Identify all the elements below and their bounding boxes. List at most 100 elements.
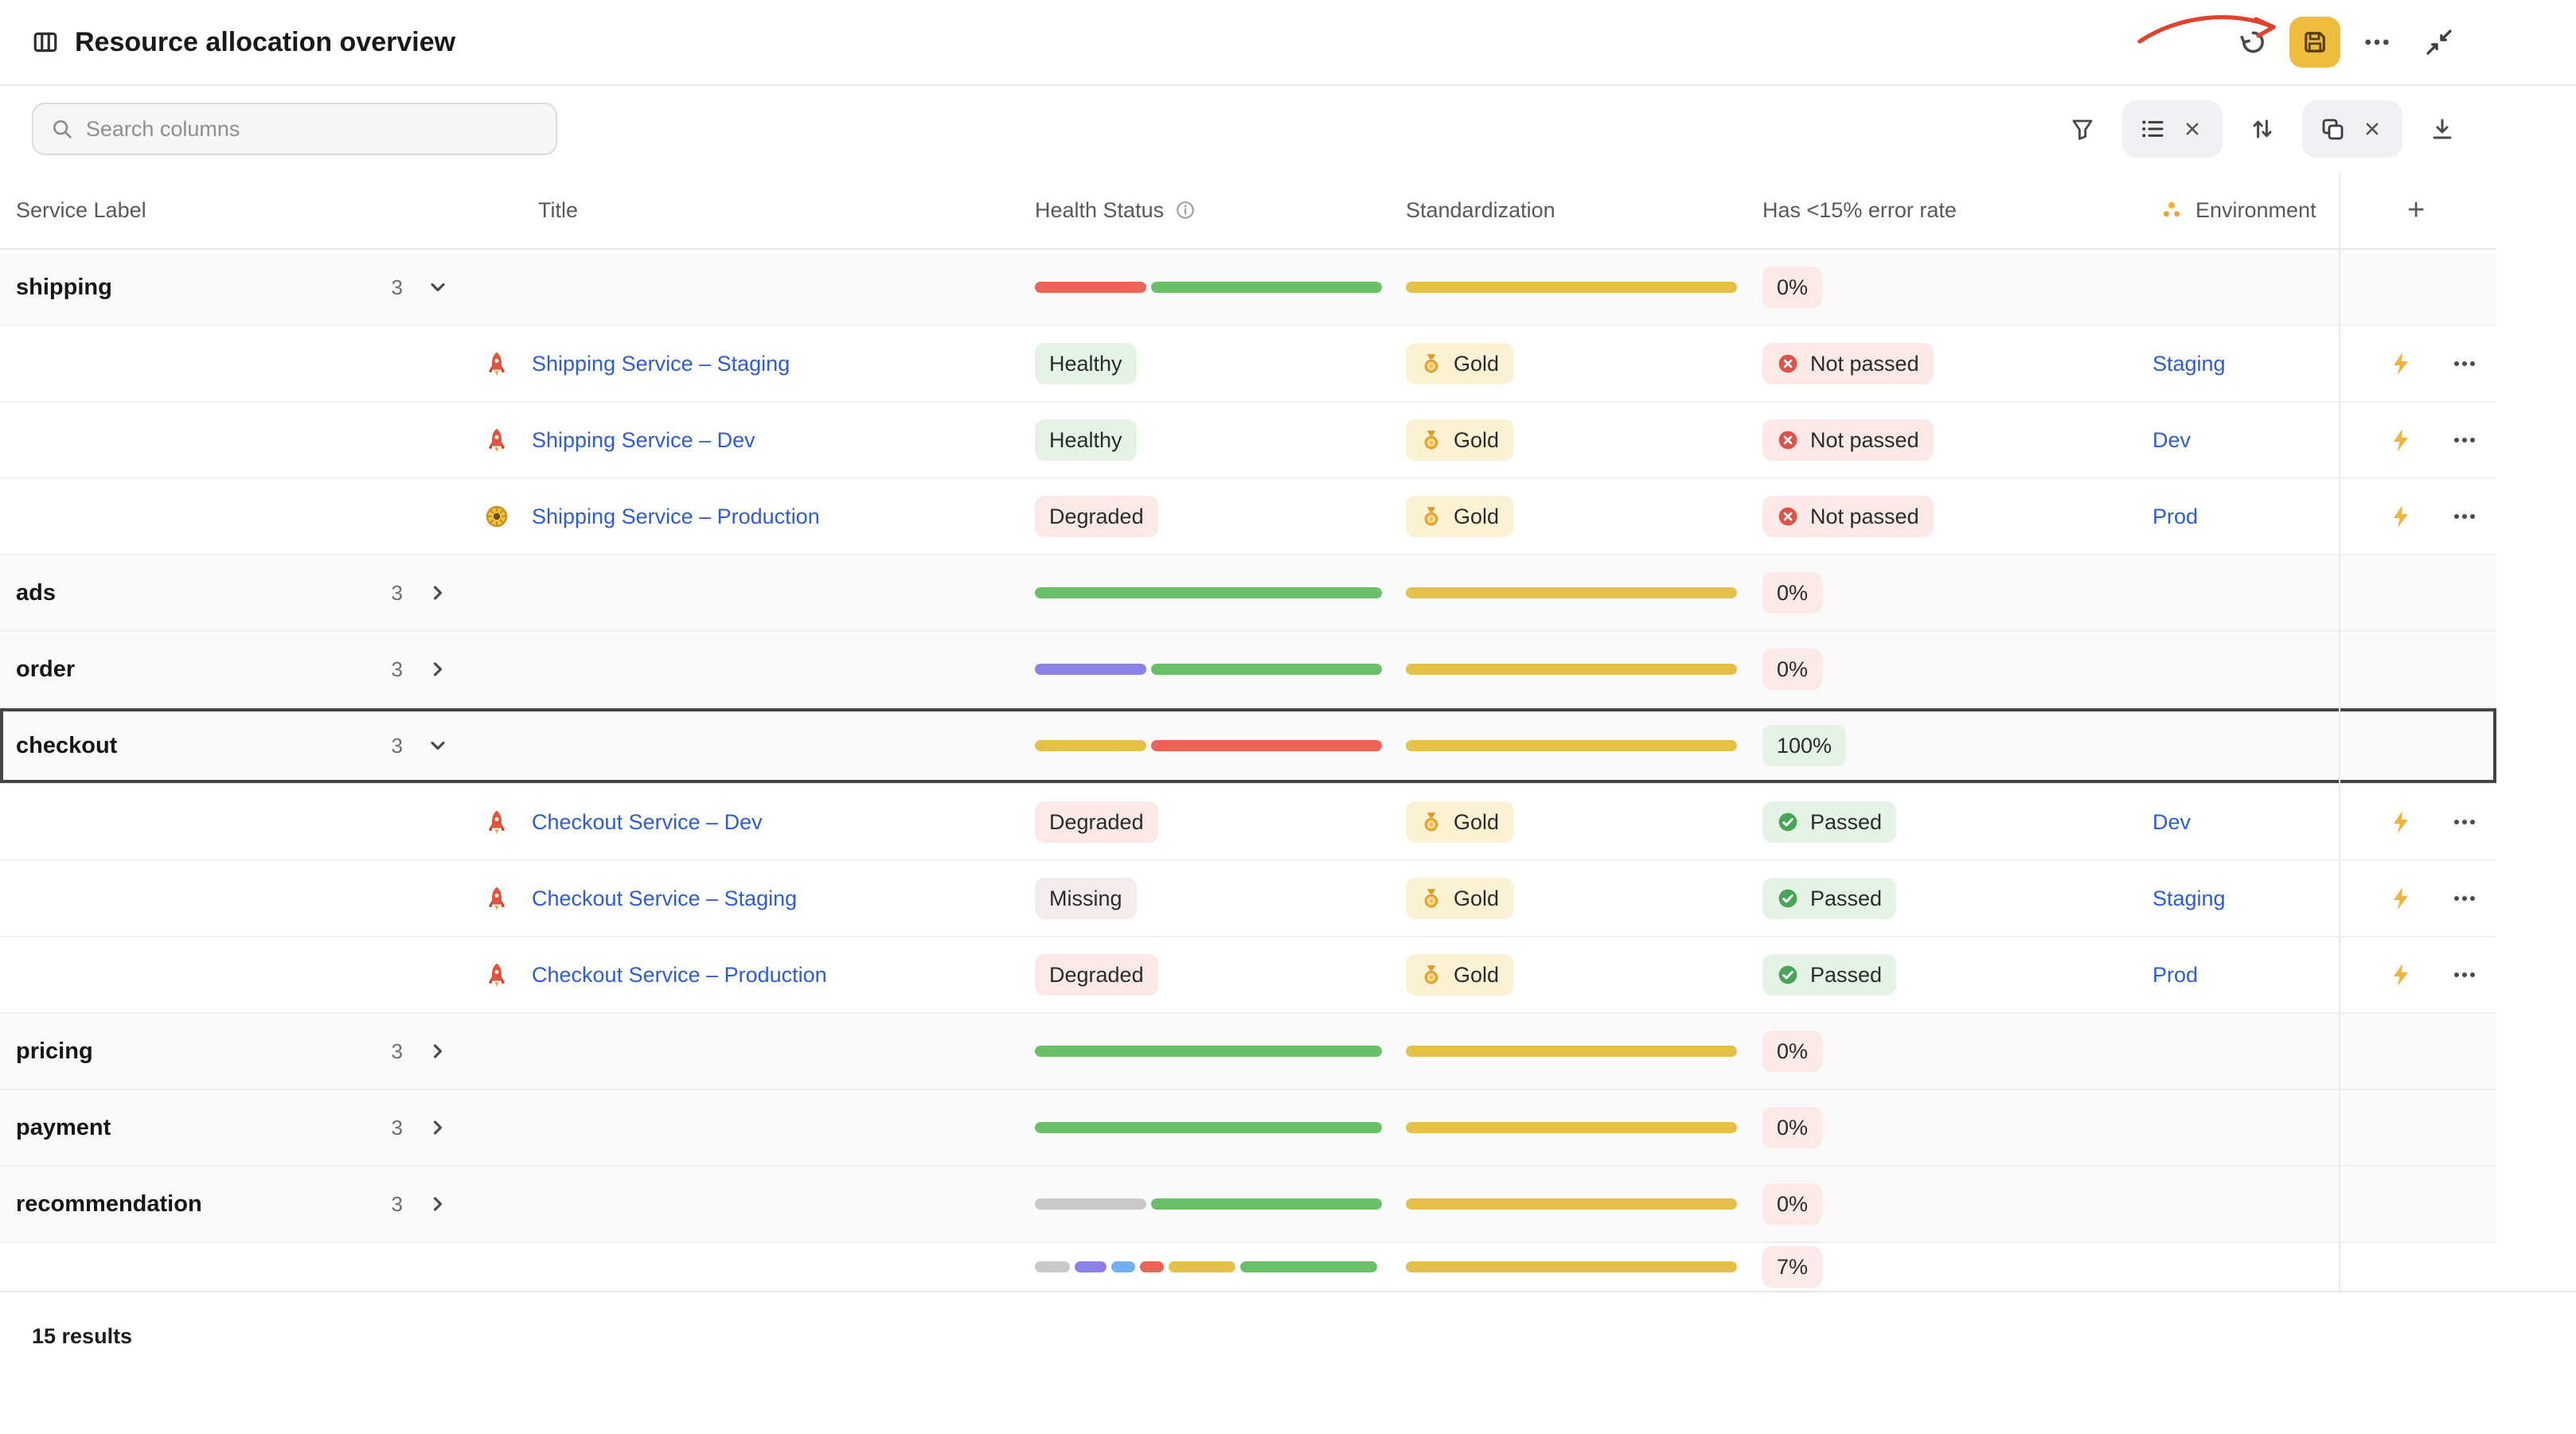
group-row-recommendation[interactable]: recommendation 3 0% [0,1167,2496,1243]
group-row-checkout[interactable]: checkout 3 100% [0,708,2496,785]
chevron-right-icon[interactable] [427,1116,449,1139]
pass-icon [1777,811,1799,833]
service-title-link[interactable]: Shipping Service – Production [532,505,820,529]
results-count: 15 results [32,1324,132,1348]
service-title-link[interactable]: Checkout Service – Dev [532,810,763,835]
filter-button[interactable] [2060,107,2105,151]
error-rate-check-badge: Passed [1762,801,1896,843]
group-row-ads[interactable]: ads 3 0% [0,555,2496,632]
medal-icon [1420,811,1442,833]
row-more-button[interactable] [2442,953,2487,997]
results-footer: 15 results [0,1291,2576,1434]
quick-action-button[interactable] [2379,876,2423,921]
quick-action-button[interactable] [2379,800,2423,844]
page-title: Resource allocation overview [75,27,455,58]
chevron-down-icon[interactable] [427,276,449,298]
group-row-pricing[interactable]: pricing 3 0% [0,1014,2496,1090]
service-title-link[interactable]: Shipping Service – Staging [532,352,790,376]
ellipsis-icon [2363,28,2391,57]
search-box[interactable] [32,103,557,155]
chevron-right-icon[interactable] [427,1193,449,1215]
info-icon[interactable] [1175,200,1196,220]
environment-link[interactable]: Dev [2153,810,2191,835]
wheel-icon [484,504,509,529]
fail-icon [1777,505,1799,528]
group-row-shipping[interactable]: shipping 3 0% [0,250,2496,326]
environment-link[interactable]: Prod [2153,505,2198,529]
service-title-link[interactable]: Checkout Service – Production [532,963,827,988]
environment-icon [2160,199,2183,221]
medal-icon [1420,353,1442,375]
health-distribution-bar [1035,664,1382,675]
service-title-link[interactable]: Checkout Service – Staging [532,887,797,911]
row-more-button[interactable] [2442,341,2487,386]
environment-link[interactable]: Prod [2153,963,2198,988]
search-icon [51,117,73,141]
service-row: Checkout Service – Production Degraded G… [0,937,2496,1014]
standardization-bar [1406,1122,1737,1133]
sort-button[interactable] [2240,107,2285,151]
row-more-button[interactable] [2442,876,2487,921]
service-title-link[interactable]: Shipping Service – Dev [532,428,755,453]
ellipsis-icon [2452,962,2477,988]
health-distribution-bar [1035,1122,1382,1133]
health-status-badge: Missing [1035,878,1137,919]
group-count: 3 [392,1192,403,1217]
health-status-badge: Degraded [1035,954,1158,996]
search-input[interactable] [86,117,538,142]
row-more-button[interactable] [2442,494,2487,539]
rocket-icon [484,351,509,376]
clear-list-view-button[interactable] [2180,116,2205,142]
quick-action-button[interactable] [2379,494,2423,539]
undo-icon [2238,28,2267,57]
group-count: 3 [392,734,403,758]
resource-allocation-page: Resource allocation overview [0,0,2576,1434]
fail-icon [1777,353,1799,375]
quick-action-button[interactable] [2379,418,2423,462]
group-label: pricing [16,1038,93,1065]
chevron-right-icon[interactable] [427,582,449,604]
health-status-badge: Degraded [1035,496,1158,537]
row-more-button[interactable] [2442,800,2487,844]
error-rate-badge: 0% [1762,267,1822,308]
quick-action-button[interactable] [2379,953,2423,997]
standardization-bar [1406,587,1737,598]
lightning-icon [2388,962,2414,988]
medal-icon [1420,887,1442,910]
collapse-button[interactable] [2414,17,2465,68]
ellipsis-icon [2452,809,2477,835]
quick-action-button[interactable] [2379,341,2423,386]
group-count: 3 [392,1116,403,1140]
environment-link[interactable]: Dev [2153,428,2191,453]
standardization-badge: Gold [1406,496,1513,537]
rocket-icon [484,886,509,911]
pass-icon [1777,887,1799,910]
chevron-right-icon[interactable] [427,658,449,680]
add-column-button[interactable]: + [2339,172,2496,248]
undo-button[interactable] [2227,17,2278,68]
error-rate-badge: 0% [1762,572,1822,614]
lightning-icon [2388,427,2414,453]
more-options-button[interactable] [2352,17,2402,68]
group-row-order[interactable]: order 3 0% [0,632,2496,708]
environment-link[interactable]: Staging [2153,887,2226,911]
chevron-right-icon[interactable] [427,1040,449,1062]
environment-link[interactable]: Staging [2153,352,2226,376]
error-rate-check-badge: Passed [1762,954,1896,996]
rocket-icon [484,962,509,988]
row-more-button[interactable] [2442,418,2487,462]
save-button[interactable] [2289,17,2340,68]
list-view-chip[interactable] [2122,100,2223,158]
health-distribution-bar [1035,1198,1382,1210]
group-row-payment[interactable]: payment 3 0% [0,1090,2496,1167]
standardization-badge: Gold [1406,419,1513,461]
service-row: Shipping Service – Dev Healthy Gold Not … [0,403,2496,479]
medal-icon [1420,505,1442,528]
list-icon [2140,116,2165,142]
clear-group-by-button[interactable] [2359,116,2385,142]
download-button[interactable] [2420,107,2465,151]
group-label: order [16,657,75,683]
group-by-chip[interactable] [2302,100,2402,158]
toolbar-controls [2060,100,2544,158]
chevron-down-icon[interactable] [427,735,449,757]
